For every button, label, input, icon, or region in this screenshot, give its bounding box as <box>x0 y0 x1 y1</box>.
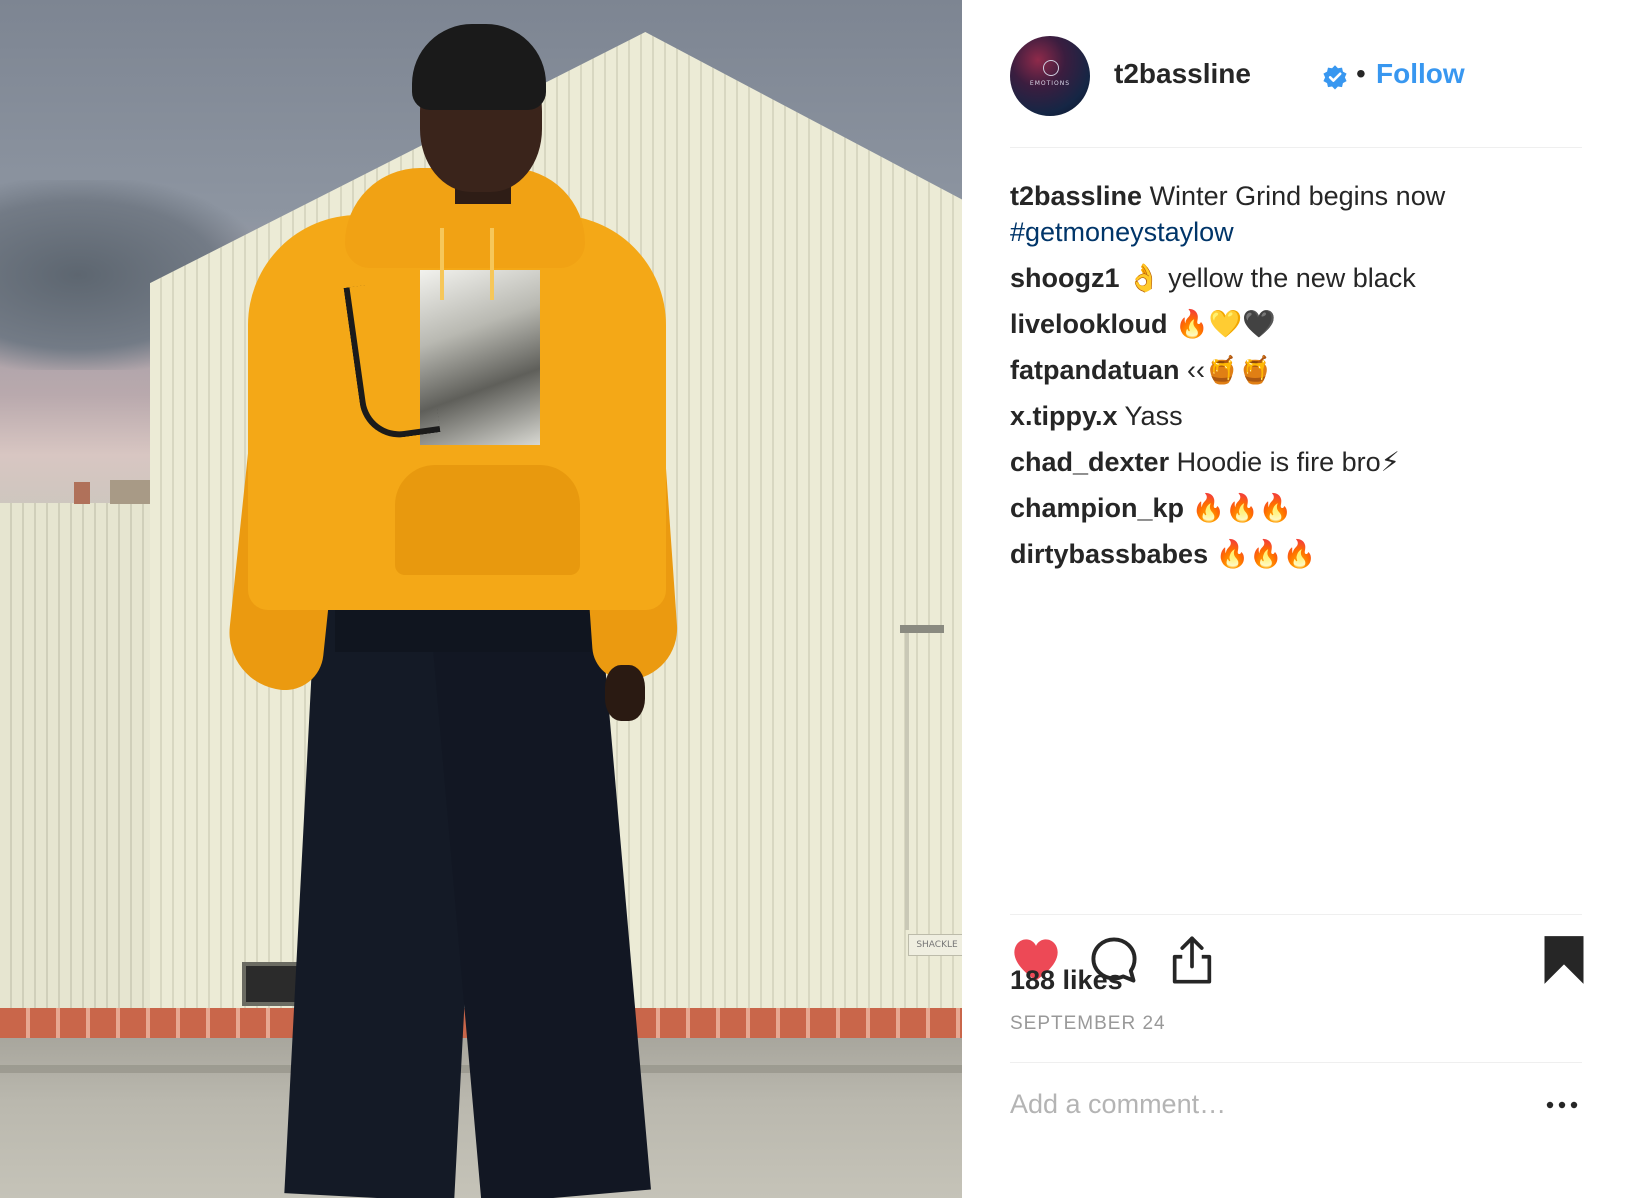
comment-text: Hoodie is fire bro⚡ <box>1176 447 1400 477</box>
wall-label-plate: SHACKLE <box>908 934 962 956</box>
likes-count[interactable]: 188 likes <box>1010 960 1123 1000</box>
actions-divider <box>1010 914 1582 915</box>
chimney <box>110 480 150 504</box>
post-header: EMOTIONS t2bassline • Follow <box>1010 36 1590 116</box>
comment-text: 👌 yellow the new black <box>1127 263 1416 293</box>
post-date: SEPTEMBER 24 <box>1010 1013 1166 1034</box>
comment-item: dirtybassbabes 🔥🔥🔥 <box>1010 536 1590 572</box>
wall-label-text: SHACKLE <box>916 940 958 950</box>
ellipsis-icon[interactable] <box>1542 1090 1582 1120</box>
verified-badge-icon <box>1323 65 1347 90</box>
caption-text: Winter Grind begins now <box>1149 181 1446 211</box>
header-separator: • <box>1356 58 1366 89</box>
bookmark-filled-icon <box>1544 936 1584 984</box>
avatar-logo-ring <box>1043 60 1059 76</box>
comment-text: 🔥💛🖤 <box>1175 309 1276 339</box>
chimney <box>74 482 90 504</box>
share-button[interactable] <box>1166 934 1218 986</box>
hoodie-drawstring <box>440 228 444 300</box>
comment-text: 🔥🔥🔥 <box>1191 493 1293 523</box>
comment-username[interactable]: fatpandatuan <box>1010 355 1180 385</box>
comments-list: t2bassline Winter Grind begins now #getm… <box>1010 178 1590 582</box>
comment-item: fatpandatuan ‹‹🍯🍯 <box>1010 352 1590 388</box>
hoodie-pocket <box>395 465 580 575</box>
comment-text: 🔥🔥🔥 <box>1215 539 1317 569</box>
add-comment-input[interactable] <box>1010 1080 1530 1128</box>
caption-username[interactable]: t2bassline <box>1010 181 1142 211</box>
header-divider <box>1010 147 1582 148</box>
follow-button[interactable]: Follow <box>1376 56 1465 92</box>
header-username[interactable]: t2bassline <box>1114 56 1251 92</box>
caption-hashtag[interactable]: #getmoneystaylow <box>1010 217 1234 247</box>
hand <box>605 665 645 721</box>
avatar-logo-text: EMOTIONS <box>1029 80 1071 87</box>
comment-username[interactable]: dirtybassbabes <box>1010 539 1208 569</box>
beanie <box>412 24 546 110</box>
comment-username[interactable]: shoogz1 <box>1010 263 1120 293</box>
comment-item: champion_kp 🔥🔥🔥 <box>1010 490 1590 526</box>
wall-lamp <box>900 625 944 633</box>
share-upload-icon <box>1172 936 1212 984</box>
comment-item: x.tippy.x Yass <box>1010 398 1590 434</box>
lamp-pole <box>905 630 909 930</box>
avatar[interactable]: EMOTIONS <box>1010 36 1090 116</box>
comment-item: shoogz1 👌 yellow the new black <box>1010 260 1590 296</box>
comment-username[interactable]: livelookloud <box>1010 309 1168 339</box>
comment-item: livelookloud 🔥💛🖤 <box>1010 306 1590 342</box>
comment-username[interactable]: champion_kp <box>1010 493 1184 523</box>
comment-text: ‹‹🍯🍯 <box>1187 355 1273 385</box>
comment-username[interactable]: chad_dexter <box>1010 447 1169 477</box>
comment-username[interactable]: x.tippy.x <box>1010 401 1118 431</box>
caption: t2bassline Winter Grind begins now #getm… <box>1010 178 1590 250</box>
post-side-panel: EMOTIONS t2bassline • Follow t2bassline … <box>962 0 1628 1198</box>
post-photo[interactable]: SHACKLE <box>0 0 962 1198</box>
comment-text: Yass <box>1124 401 1183 431</box>
hoodie-drawstring <box>490 228 494 300</box>
save-button[interactable] <box>1538 934 1590 986</box>
comment-item: chad_dexter Hoodie is fire bro⚡ <box>1010 444 1590 480</box>
comment-divider <box>1010 1062 1582 1063</box>
